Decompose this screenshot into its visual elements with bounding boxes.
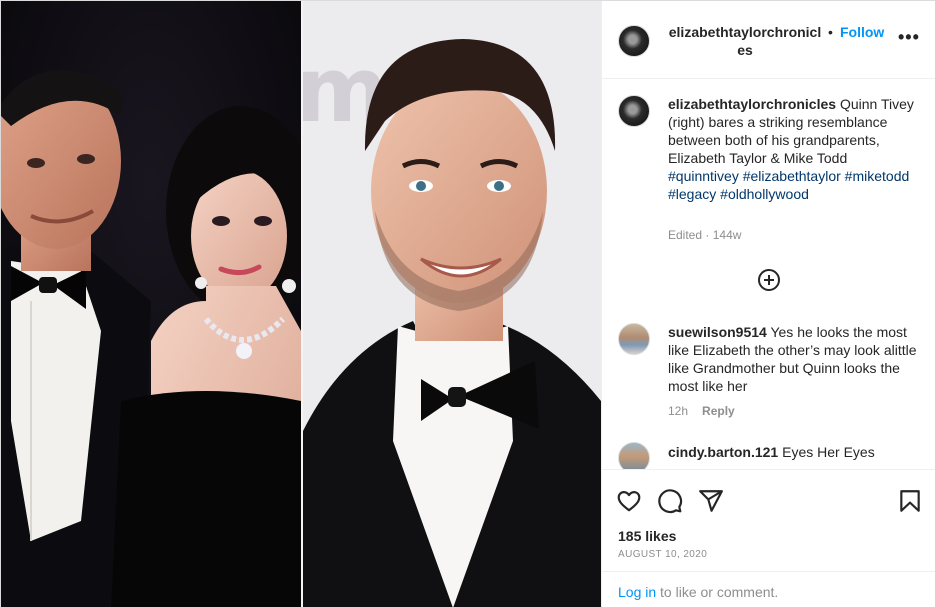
- login-prompt: Log in to like or comment.: [602, 571, 935, 607]
- login-rest: to like or comment.: [656, 584, 779, 600]
- comment-body: Eyes Her Eyes: [782, 444, 875, 460]
- hashtag-link[interactable]: #miketodd: [845, 168, 910, 184]
- post-media[interactable]: m: [1, 1, 601, 607]
- caption-avatar[interactable]: [618, 95, 650, 127]
- header-separator: •: [828, 24, 833, 40]
- post-date[interactable]: AUGUST 10, 2020: [618, 549, 707, 560]
- login-link[interactable]: Log in: [618, 584, 656, 600]
- edited-label: Edited: [668, 228, 703, 242]
- login-text: Log in to like or comment.: [618, 584, 778, 600]
- reply-button[interactable]: Reply: [702, 404, 735, 418]
- portrait-illustration: m: [303, 1, 601, 607]
- comment-username[interactable]: cindy.barton.121: [668, 444, 778, 460]
- comment-meta: 12h Reply: [668, 404, 735, 418]
- heart-icon[interactable]: [616, 488, 642, 514]
- hashtag-link[interactable]: #elizabethtaylor: [743, 168, 841, 184]
- post-side-panel: elizabethtaylorchronicles • Follow ••• e…: [601, 1, 935, 607]
- author-username[interactable]: elizabethtaylorchronicles: [666, 23, 824, 59]
- comment-text: cindy.barton.121 Eyes Her Eyes: [668, 443, 918, 461]
- follow-button[interactable]: Follow: [840, 23, 884, 41]
- photo-portrait: m: [303, 1, 601, 607]
- caption-username[interactable]: elizabethtaylorchronicles: [668, 96, 836, 112]
- caption-meta: Edited · 144w: [668, 228, 741, 242]
- photo-couple: [1, 1, 301, 607]
- comment-icon[interactable]: [657, 488, 683, 514]
- author-avatar[interactable]: [618, 25, 650, 57]
- comment-username[interactable]: suewilson9514: [668, 324, 767, 340]
- comment-avatar[interactable]: [618, 442, 650, 469]
- hashtag-link[interactable]: #oldhollywood: [720, 186, 809, 202]
- bookmark-icon[interactable]: [897, 488, 923, 514]
- comment-text: suewilson9514 Yes he looks the most like…: [668, 323, 918, 395]
- meta-separator: ·: [705, 228, 710, 242]
- caption-age[interactable]: 144w: [713, 228, 742, 242]
- instagram-post: m elizabethtaylorchronicles • Follow •••…: [0, 0, 935, 607]
- couple-illustration: [1, 1, 301, 607]
- comments-list[interactable]: elizabethtaylorchronicles Quinn Tivey (r…: [602, 80, 935, 469]
- share-icon[interactable]: [698, 488, 724, 514]
- hashtag-link[interactable]: #legacy: [668, 186, 716, 202]
- caption-text: elizabethtaylorchronicles Quinn Tivey (r…: [668, 95, 918, 203]
- post-header: elizabethtaylorchronicles • Follow •••: [602, 1, 935, 79]
- likes-count[interactable]: 185 likes: [618, 528, 676, 544]
- hashtag-link[interactable]: #quinntivey: [668, 168, 739, 184]
- more-options-icon[interactable]: •••: [898, 28, 920, 46]
- comment-avatar[interactable]: [618, 323, 650, 355]
- comment-age[interactable]: 12h: [668, 404, 688, 418]
- post-actions: 185 likes AUGUST 10, 2020 Log in to like…: [602, 469, 935, 607]
- plus-circle-icon[interactable]: [757, 268, 781, 292]
